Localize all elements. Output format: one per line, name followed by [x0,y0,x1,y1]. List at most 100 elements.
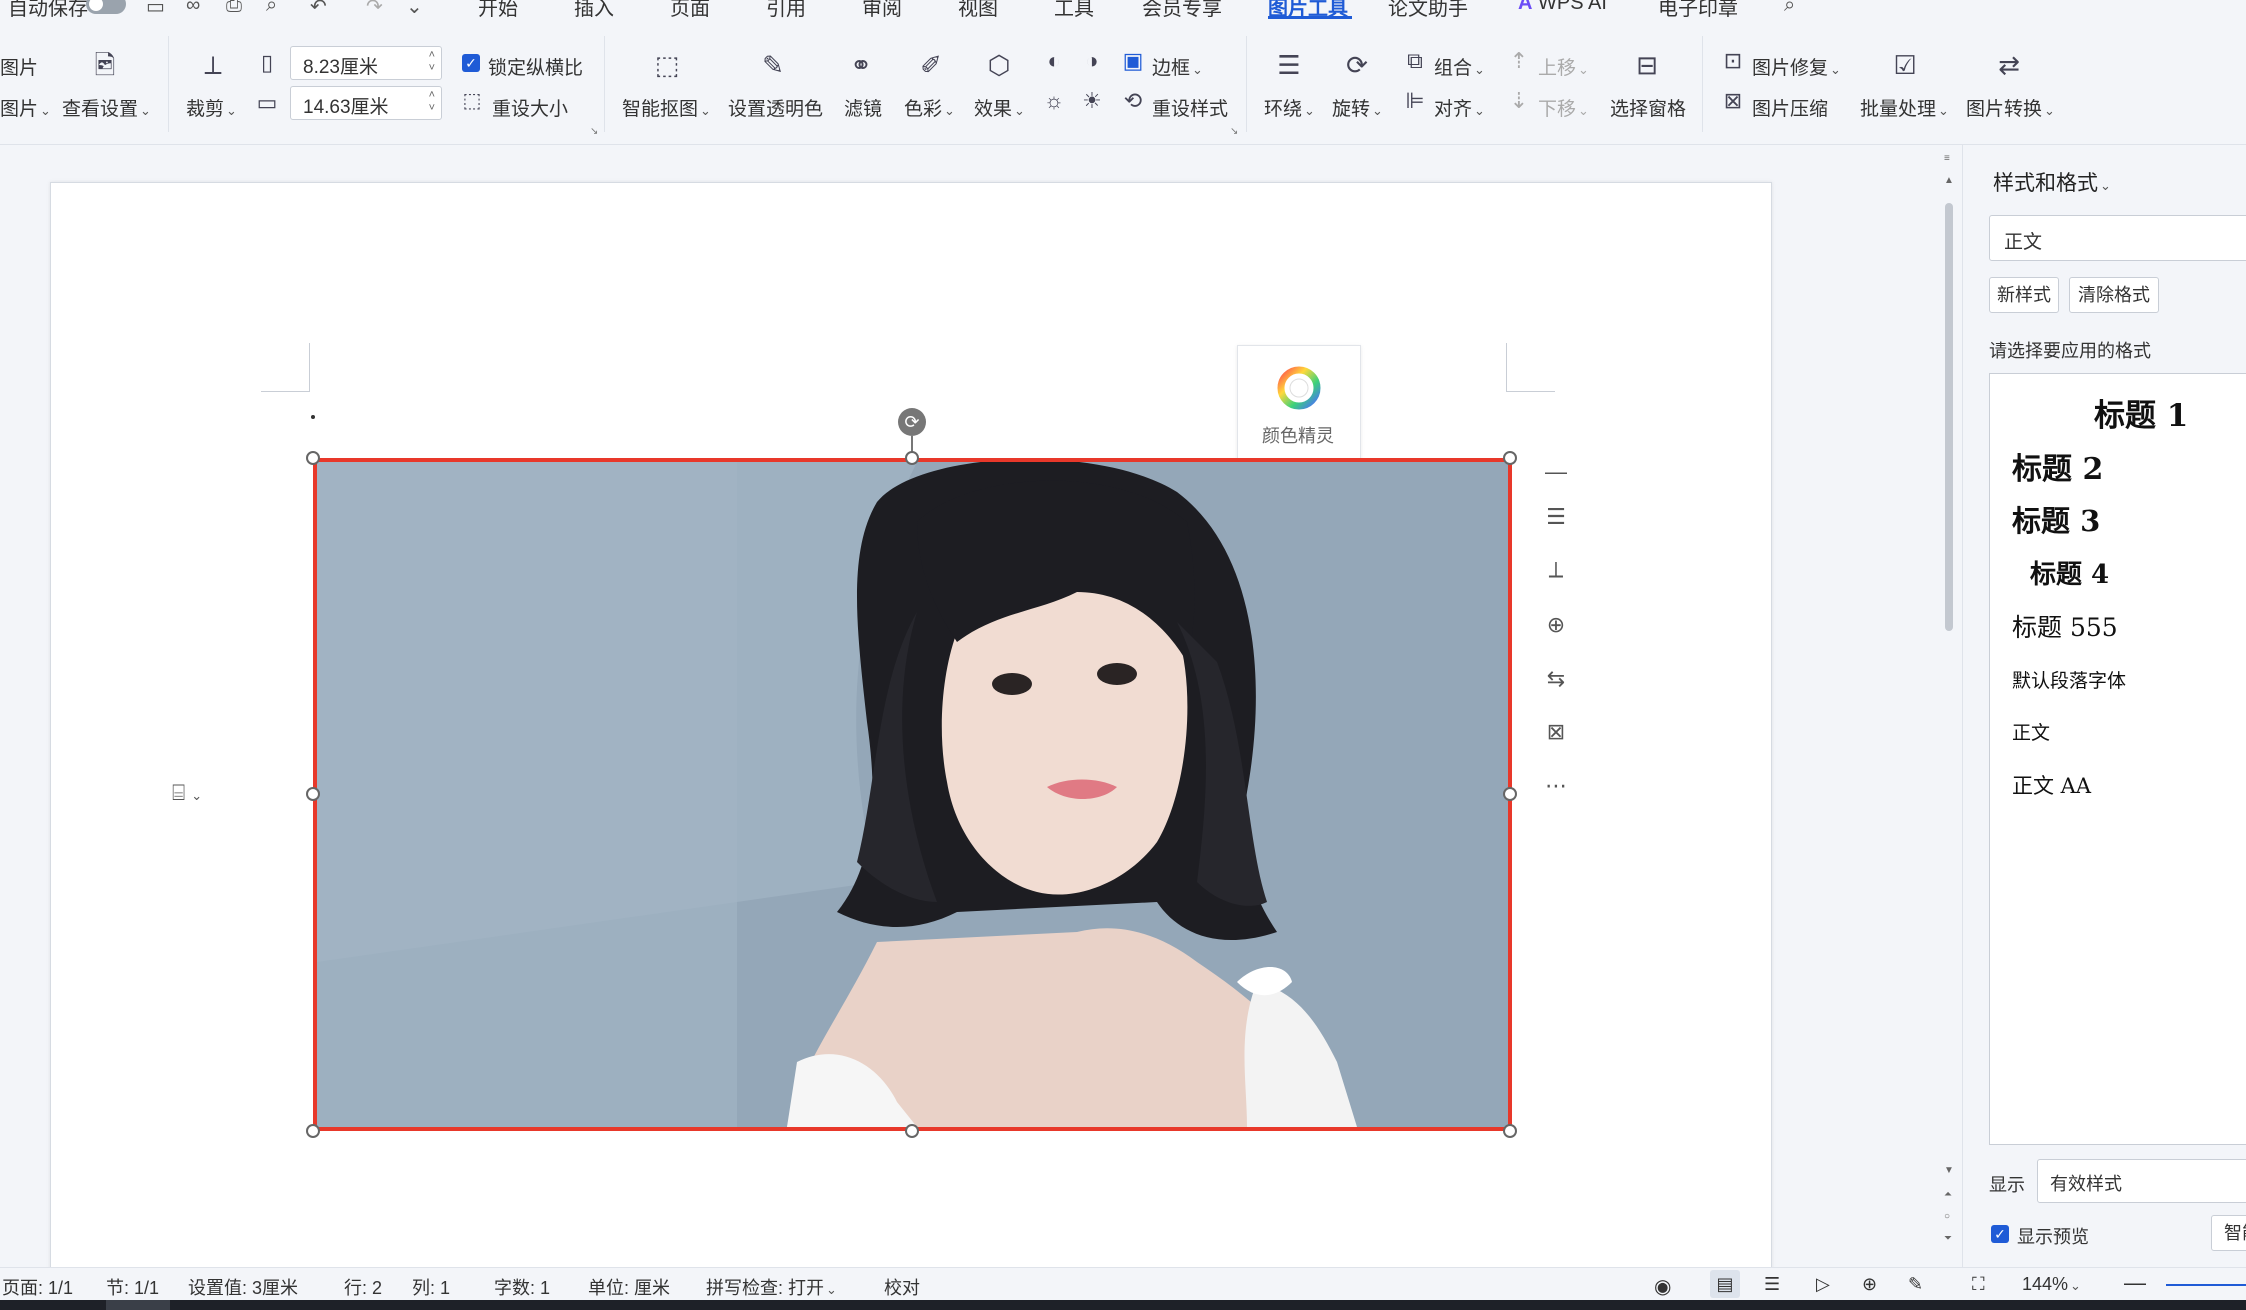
selection-pane-button[interactable]: 选择窗格 [1610,94,1686,121]
clear-format-button[interactable]: 清除格式 [2069,277,2159,313]
previous-page-icon[interactable]: ⏶ [1944,1189,1952,1200]
tab-tools[interactable]: 工具 [1054,0,1094,21]
show-filter-select[interactable]: 有效样式 [2037,1159,2246,1203]
zoom-out-icon[interactable]: — [2124,1270,2146,1296]
tab-wps-ai[interactable]: A WPS AI [1518,0,1607,15]
image-convert-button[interactable]: 图片转换 ⌄ [1966,94,2055,121]
tab-member[interactable]: 会员专享 [1142,0,1222,21]
align-button[interactable]: 对齐 ⌄ [1434,94,1485,121]
rotate-button[interactable]: 旋转 ⌄ [1332,94,1383,121]
style-list[interactable]: 标题 1 标题 2 标题 3 标题 4 标题 555 默认段落字体 正文 正文 … [1989,373,2246,1145]
status-proof[interactable]: 校对 [884,1274,920,1300]
brightness-up-icon[interactable]: ◐ [1040,46,1068,76]
style-heading-555[interactable]: 标题 555 [2012,608,2118,644]
zoom-level[interactable]: 144% ⌄ [2022,1274,2081,1295]
reset-style-button[interactable]: 重设样式 [1152,94,1228,121]
read-mode-icon[interactable]: ◉ [1654,1274,1671,1299]
set-transparent-button[interactable]: 设置透明色 [728,94,823,121]
lock-ratio-label[interactable]: 锁定纵横比 [488,53,583,80]
resize-handle-top[interactable] [905,451,919,465]
resize-handle-right[interactable] [1503,787,1517,801]
tab-review[interactable]: 审阅 [862,0,902,21]
style-body[interactable]: 正文 [2012,718,2050,745]
border-button[interactable]: 边框 ⌄ [1152,53,1203,80]
zoom-in-icon[interactable]: ⊕ [1540,609,1572,641]
fit-page-icon[interactable]: ⛶ [1972,1274,1985,1295]
vertical-scrollbar[interactable]: ≡ ▲ ▼ ⏶ ○ ⏷ [1940,145,1958,1267]
style-heading-1[interactable]: 标题 1 [2094,390,2188,435]
tab-insert[interactable]: 插入 [574,0,614,21]
color-button[interactable]: 色彩 ⌄ [904,94,955,121]
resize-handle-top-left[interactable] [306,451,320,465]
effect-button[interactable]: 效果 ⌄ [974,94,1025,121]
resize-handle-bottom-left[interactable] [306,1124,320,1138]
group-button[interactable]: 组合 ⌄ [1434,53,1485,80]
width-spinner-arrows[interactable]: ˄ ˅ [429,49,435,75]
color-sprite-popup[interactable]: 颜色精灵 [1237,345,1361,467]
style-heading-4[interactable]: 标题 4 [2030,554,2109,591]
link-icon[interactable]: ∞ [186,0,208,16]
height-spinner-arrows[interactable]: ˄ ˅ [429,89,435,115]
show-preview-checkbox[interactable]: ✓ [1991,1225,2009,1243]
print-icon[interactable]: ⎙ [226,0,248,16]
resize-handle-bottom[interactable] [905,1124,919,1138]
crop-button[interactable]: 裁剪 ⌄ [186,94,237,121]
tab-paper-assistant[interactable]: 论文助手 [1388,0,1468,21]
style-body-aa[interactable]: 正文 AA [2012,770,2091,800]
status-section[interactable]: 节: 1/1 [106,1274,159,1300]
current-style-box[interactable]: 正文 [1989,215,2246,261]
status-page[interactable]: 页面: 1/1 [2,1274,73,1300]
style-dialog-launcher-icon[interactable]: ↘ [1230,126,1238,137]
style-default-paragraph-font[interactable]: 默认段落字体 [2012,666,2126,693]
contrast-up-icon[interactable]: ◑ [1078,46,1106,76]
undo-icon[interactable]: ↶ [310,0,332,18]
view-settings-button[interactable]: 查看设置 ⌄ [62,94,151,121]
resize-handle-bottom-right[interactable] [1503,1124,1517,1138]
resize-handle-left[interactable] [306,787,320,801]
image-compress-button[interactable]: 图片压缩 [1752,94,1828,121]
outline-view-icon[interactable]: ☰ [1764,1274,1780,1295]
status-setting[interactable]: 设置值: 3厘米 [188,1274,298,1300]
scroll-down-icon[interactable]: ▼ [1944,1165,1954,1176]
extract-text-icon[interactable]: ⊠ [1540,716,1572,748]
wrap-layout-icon[interactable]: ☰ [1540,501,1572,533]
tab-home[interactable]: 开始 [478,0,518,21]
smart-button[interactable]: 智能 [2211,1215,2246,1251]
search-icon[interactable]: ⌕ [1784,0,1806,16]
ribbon-cutoff-label-2[interactable]: 图片 ⌄ [0,94,51,121]
height-input[interactable]: 14.63厘米 ˄ ˅ [290,86,442,120]
status-word-count[interactable]: 字数: 1 [494,1274,550,1300]
width-input[interactable]: 8.23厘米 ˄ ˅ [290,46,442,80]
status-spell-check[interactable]: 拼写检查: 打开 ⌄ [706,1274,837,1300]
panel-title[interactable]: 样式和格式 ⌄ [1993,167,2111,197]
taskbar-active-item[interactable] [106,1300,170,1310]
scroll-thumb[interactable] [1945,203,1953,631]
wrap-button[interactable]: 环绕 ⌄ [1264,94,1315,121]
tab-view[interactable]: 视图 [958,0,998,21]
pen-icon[interactable]: ✎ [1908,1274,1923,1295]
scroll-split-icon[interactable]: ≡ [1944,153,1950,164]
batch-process-button[interactable]: 批量处理 ⌄ [1860,94,1949,121]
lock-ratio-checkbox[interactable]: ✓ [462,54,480,72]
reset-size-button[interactable]: 重设大小 [492,94,568,121]
smart-matting-button[interactable]: 智能抠图 ⌄ [622,94,711,121]
size-dialog-launcher-icon[interactable]: ↘ [590,126,598,137]
crop-quick-icon[interactable]: ⟂ [1540,554,1572,586]
more-options-icon[interactable]: ⋯ [1540,770,1572,802]
redo-icon[interactable]: ↷ [366,0,388,18]
rotate-handle-icon[interactable]: ⟳ [898,408,926,436]
new-style-button[interactable]: 新样式 [1989,277,2059,313]
web-view-icon[interactable]: ⊕ [1862,1274,1877,1295]
browse-object-icon[interactable]: ○ [1944,1211,1950,1222]
brightness-down-icon[interactable]: ☼ [1040,86,1068,116]
tab-page[interactable]: 页面 [670,0,710,21]
zoom-slider[interactable] [2166,1284,2246,1286]
save-icon[interactable]: ▭ [146,0,168,18]
page-view-icon[interactable]: ▤ [1710,1270,1740,1298]
resize-handle-top-right[interactable] [1503,451,1517,465]
move-down-button[interactable]: 下移 ⌄ [1538,94,1589,121]
print-preview-icon[interactable]: ⌕ [266,0,288,16]
image-repair-button[interactable]: 图片修复 ⌄ [1752,53,1841,80]
tab-e-seal[interactable]: 电子印章 [1658,0,1738,21]
play-icon[interactable]: ▷ [1816,1274,1830,1295]
